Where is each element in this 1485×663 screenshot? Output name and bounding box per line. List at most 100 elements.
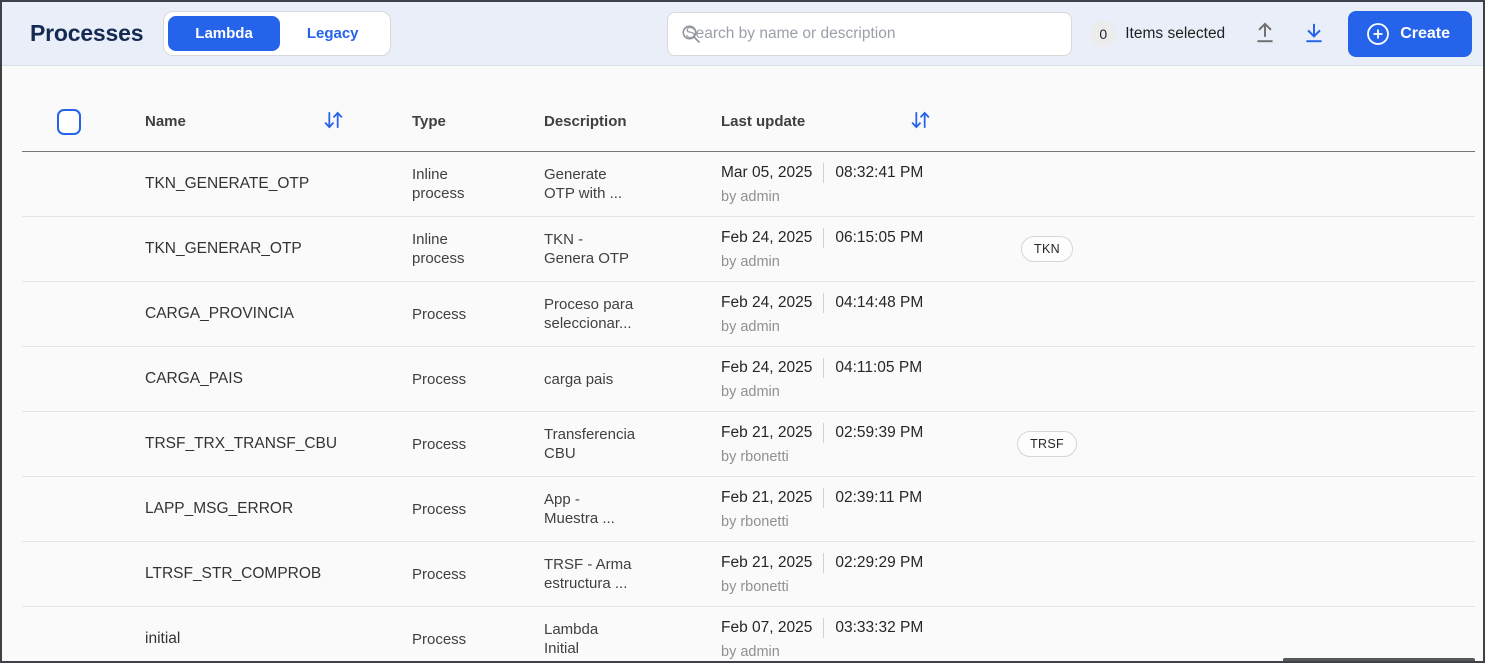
download-icon <box>1301 19 1327 48</box>
badge-cell: TKN <box>997 236 1097 262</box>
update-time: 02:39:11 PM <box>835 489 923 506</box>
date-time-divider <box>823 293 825 313</box>
update-time: 04:11:05 PM <box>835 359 923 376</box>
last-update-cell: Feb 21, 2025 02:59:39 PM by rbonetti <box>721 423 997 465</box>
process-type: Inline process <box>412 166 465 202</box>
update-date: Feb 24, 2025 <box>721 294 813 311</box>
table-row[interactable]: TKN_GENERATE_OTP Inline process Generate… <box>22 152 1475 217</box>
date-time-divider <box>823 423 825 443</box>
update-date: Mar 05, 2025 <box>721 164 813 181</box>
last-update-cell: Mar 05, 2025 08:32:41 PM by admin <box>721 163 997 205</box>
select-all-checkbox[interactable] <box>57 108 81 135</box>
app-window: Processes Lambda Legacy 0 Items selected <box>0 0 1485 663</box>
process-type: Inline process <box>412 231 465 267</box>
process-description: Proceso para seleccionar... <box>544 296 634 332</box>
update-author: by rbonetti <box>721 514 789 530</box>
page-title: Processes <box>30 20 144 46</box>
column-header-type[interactable]: Type <box>412 113 544 130</box>
table-row[interactable]: initial Process Lambda Initial Feb 07, 2… <box>22 607 1475 661</box>
table-row[interactable]: CARGA_PAIS Process carga pais Feb 24, 20… <box>22 347 1475 412</box>
upload-icon <box>1252 19 1278 48</box>
update-date: Feb 21, 2025 <box>721 489 813 506</box>
search-bar <box>667 11 1073 56</box>
process-name: TKN_GENERAR_OTP <box>145 240 302 257</box>
process-description: TKN - Genera OTP <box>544 231 630 267</box>
select-all-cell <box>22 108 145 135</box>
process-badge: TKN <box>1021 236 1073 262</box>
table-row[interactable]: CARGA_PROVINCIA Process Proceso para sel… <box>22 282 1475 347</box>
process-type: Process <box>412 435 467 453</box>
update-date: Feb 21, 2025 <box>721 554 813 571</box>
upload-button[interactable] <box>1250 17 1280 50</box>
update-author: by admin <box>721 189 780 205</box>
table-row[interactable]: TRSF_TRX_TRANSF_CBU Process Transferenci… <box>22 412 1475 477</box>
process-name: LTRSF_STR_COMPROB <box>145 565 322 582</box>
update-date: Feb 07, 2025 <box>721 619 813 636</box>
process-name: TKN_GENERATE_OTP <box>145 175 310 192</box>
process-description: carga pais <box>544 370 614 388</box>
process-type: Process <box>412 500 467 518</box>
search-input[interactable] <box>667 11 1073 56</box>
tab-lambda[interactable]: Lambda <box>168 16 280 51</box>
last-update-cell: Feb 21, 2025 02:39:11 PM by rbonetti <box>721 488 997 530</box>
table-row[interactable]: LAPP_MSG_ERROR Process App - Muestra ...… <box>22 477 1475 542</box>
process-name: LAPP_MSG_ERROR <box>145 500 294 517</box>
process-description: App - Muestra ... <box>544 491 615 527</box>
selected-count-badge: 0 <box>1090 20 1117 47</box>
process-description: Lambda Initial <box>544 621 599 657</box>
last-update-cell: Feb 21, 2025 02:29:29 PM by rbonetti <box>721 553 997 595</box>
update-time: 04:14:48 PM <box>835 294 924 311</box>
process-name: TRSF_TRX_TRANSF_CBU <box>145 435 338 452</box>
badge-cell: TRSF <box>997 431 1097 457</box>
update-author: by admin <box>721 254 780 270</box>
column-header-name-cell: Name <box>145 111 412 130</box>
process-type: Process <box>412 565 467 583</box>
table-row[interactable]: LTRSF_STR_COMPROB Process TRSF - Arma es… <box>22 542 1475 607</box>
create-button-label: Create <box>1400 24 1450 42</box>
date-time-divider <box>823 228 825 248</box>
process-badge: TRSF <box>1017 431 1077 457</box>
process-type: Process <box>412 305 467 323</box>
plus-circle-icon <box>1366 22 1390 46</box>
process-description: TRSF - Arma estructura ... <box>544 556 632 592</box>
date-time-divider <box>823 163 825 183</box>
processes-table: Name Type Description Last update TKN_GE… <box>2 66 1483 661</box>
column-header-last-update[interactable]: Last update <box>721 113 805 130</box>
download-button[interactable] <box>1299 17 1329 50</box>
process-name: CARGA_PROVINCIA <box>145 305 295 322</box>
update-date: Feb 24, 2025 <box>721 229 813 246</box>
date-time-divider <box>823 488 825 508</box>
column-header-description[interactable]: Description <box>544 113 721 130</box>
column-header-name[interactable]: Name <box>145 113 186 130</box>
column-header-last-update-cell: Last update <box>721 111 997 130</box>
sort-name-icon[interactable] <box>322 108 345 135</box>
create-button[interactable]: Create <box>1348 10 1472 57</box>
update-author: by admin <box>721 384 780 400</box>
sort-last-update-icon[interactable] <box>909 108 932 135</box>
table-body: TKN_GENERATE_OTP Inline process Generate… <box>22 152 1475 661</box>
process-type-toggle: Lambda Legacy <box>163 11 391 56</box>
process-type: Process <box>412 630 467 648</box>
tab-legacy[interactable]: Legacy <box>280 16 386 51</box>
last-update-cell: Feb 07, 2025 03:33:32 PM by admin <box>721 618 997 660</box>
cutoff-element-bottom <box>1283 658 1475 661</box>
update-date: Feb 21, 2025 <box>721 424 813 441</box>
update-time: 02:59:39 PM <box>835 424 924 441</box>
update-author: by admin <box>721 644 780 660</box>
update-time: 08:32:41 PM <box>835 164 924 181</box>
items-selected-label: Items selected <box>1125 24 1226 42</box>
date-time-divider <box>823 618 825 638</box>
update-time: 06:15:05 PM <box>835 229 924 246</box>
last-update-cell: Feb 24, 2025 06:15:05 PM by admin <box>721 228 997 270</box>
process-description: Generate OTP with ... <box>544 166 623 202</box>
update-author: by admin <box>721 319 780 335</box>
date-time-divider <box>823 553 825 573</box>
update-author: by rbonetti <box>721 449 789 465</box>
table-row[interactable]: TKN_GENERAR_OTP Inline process TKN - Gen… <box>22 217 1475 282</box>
update-time: 02:29:29 PM <box>835 554 924 571</box>
update-date: Feb 24, 2025 <box>721 359 813 376</box>
process-name: initial <box>145 630 181 647</box>
last-update-cell: Feb 24, 2025 04:11:05 PM by admin <box>721 358 997 400</box>
header-bar: Processes Lambda Legacy 0 Items selected <box>2 2 1483 66</box>
process-type: Process <box>412 370 467 388</box>
